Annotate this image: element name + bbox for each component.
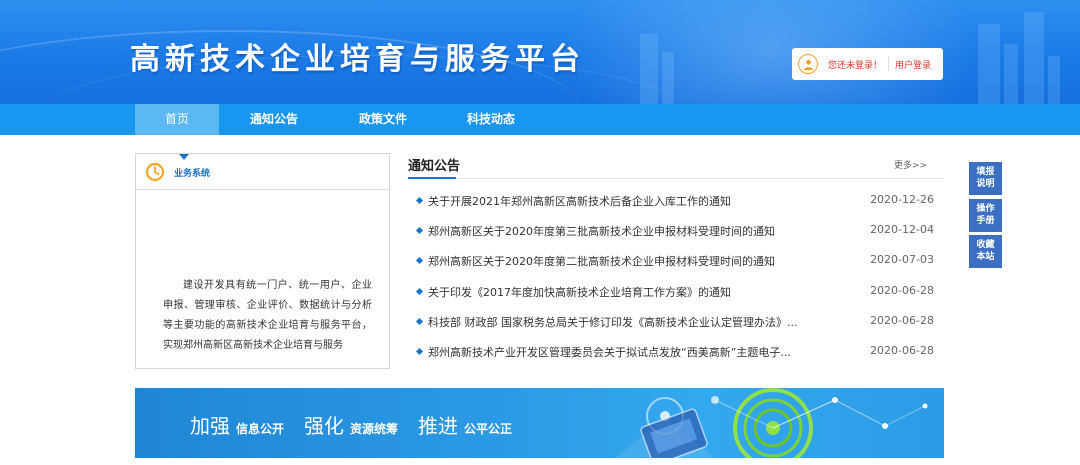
notice-item[interactable]: 科技部 财政部 国家税务总局关于修订印发《高新技术企业认定管理办法》... 20… bbox=[415, 312, 944, 332]
notice-title: 科技部 财政部 国家税务总局关于修订印发《高新技术企业认定管理办法》... bbox=[428, 316, 798, 329]
notice-title: 郑州高新区关于2020年度第二批高新技术企业申报材料受理时间的通知 bbox=[428, 255, 775, 268]
notices-divider bbox=[408, 177, 944, 179]
business-panel-header[interactable]: 业务系统 bbox=[136, 154, 389, 190]
side-button-label: 操作 bbox=[976, 204, 995, 214]
skyline-decoration bbox=[1048, 56, 1060, 104]
notice-title: 郑州高新区关于2020年度第三批高新技术企业申报材料受理时间的通知 bbox=[428, 225, 775, 238]
banner-tech-illustration bbox=[615, 388, 928, 458]
diamond-bullet-icon bbox=[415, 347, 424, 356]
user-icon bbox=[798, 54, 818, 74]
business-description: 建设开发具有统一门户、统一用户、企业申报、管理审核、企业评价、数据统计与分析等主… bbox=[163, 280, 372, 351]
diamond-bullet-icon bbox=[415, 256, 424, 265]
notice-date: 2020-07-03 bbox=[870, 253, 934, 266]
slogan-banner[interactable]: 加强 信息公开 强化 资源统筹 推进 公平公正 bbox=[135, 388, 944, 458]
notice-date: 2020-12-04 bbox=[870, 223, 934, 236]
side-button-label: 说明 bbox=[976, 179, 995, 189]
site-header: 高新技术企业培育与服务平台 您还未登录！ 用户登录 bbox=[0, 0, 1080, 104]
notice-title: 郑州高新技术产业开发区管理委员会关于拟试点发放“西美高新”主题电子... bbox=[428, 346, 791, 359]
notices-section-title: 通知公告 bbox=[408, 159, 461, 174]
diamond-bullet-icon bbox=[415, 287, 424, 296]
notices-divider-accent bbox=[408, 177, 456, 179]
business-panel-title: 业务系统 bbox=[174, 169, 211, 179]
notice-title: 关于印发《2017年度加快高新技术企业培育工作方案》的通知 bbox=[428, 286, 731, 299]
banner-slogan: 加强 信息公开 强化 资源统筹 推进 公平公正 bbox=[190, 410, 532, 439]
skyline-decoration bbox=[662, 52, 674, 104]
side-button-label: 收藏 bbox=[976, 240, 995, 250]
notice-item[interactable]: 关于印发《2017年度加快高新技术企业培育工作方案》的通知 2020-06-28 bbox=[415, 282, 944, 302]
notice-item[interactable]: 关于开展2021年郑州高新区高新技术后备企业入库工作的通知 2020-12-26 bbox=[415, 191, 944, 211]
business-system-panel: 业务系统 建设开发具有统一门户、统一用户、企业申报、管理审核、企业评价、数据统计… bbox=[135, 153, 390, 369]
page: 高新技术企业培育与服务平台 您还未登录！ 用户登录 首页 通知公告 政策文件 科… bbox=[0, 0, 1080, 465]
skyline-decoration bbox=[1024, 12, 1044, 104]
clock-icon bbox=[145, 162, 165, 182]
notice-item[interactable]: 郑州高新区关于2020年度第二批高新技术企业申报材料受理时间的通知 2020-0… bbox=[415, 251, 944, 271]
slogan-phrase: 信息公开 bbox=[236, 422, 285, 436]
slogan-keyword: 推进 bbox=[418, 414, 459, 438]
site-title: 高新技术企业培育与服务平台 bbox=[130, 42, 585, 77]
nav-item-policies[interactable]: 政策文件 bbox=[341, 104, 425, 135]
operation-manual-button[interactable]: 操作 手册 bbox=[969, 199, 1002, 232]
nav-item-notices[interactable]: 通知公告 bbox=[232, 104, 316, 135]
slogan-keyword: 加强 bbox=[190, 414, 230, 438]
notice-date: 2020-12-26 bbox=[870, 193, 934, 206]
side-button-label: 本站 bbox=[976, 252, 995, 262]
slogan-keyword: 强化 bbox=[304, 414, 345, 438]
notice-date: 2020-06-28 bbox=[870, 344, 934, 357]
login-status-text: 您还未登录！ bbox=[828, 60, 883, 71]
fill-instructions-button[interactable]: 填报 说明 bbox=[969, 162, 1002, 195]
skyline-decoration bbox=[640, 34, 658, 104]
bookmark-site-button[interactable]: 收藏 本站 bbox=[969, 235, 1002, 268]
side-button-label: 手册 bbox=[976, 216, 995, 226]
diamond-bullet-icon bbox=[415, 226, 424, 235]
pointer-triangle-icon bbox=[179, 154, 189, 160]
notice-title: 关于开展2021年郑州高新区高新技术后备企业入库工作的通知 bbox=[428, 195, 731, 208]
slogan-phrase: 公平公正 bbox=[464, 422, 513, 436]
notice-item[interactable]: 郑州高新技术产业开发区管理委员会关于拟试点发放“西美高新”主题电子... 202… bbox=[415, 342, 944, 362]
notice-item[interactable]: 郑州高新区关于2020年度第三批高新技术企业申报材料受理时间的通知 2020-1… bbox=[415, 221, 944, 241]
more-link[interactable]: 更多>> bbox=[894, 158, 927, 171]
diamond-bullet-icon bbox=[415, 317, 424, 326]
side-button-label: 填报 bbox=[976, 167, 995, 177]
skyline-decoration bbox=[1004, 44, 1018, 104]
main-nav: 首页 通知公告 政策文件 科技动态 bbox=[0, 104, 1080, 135]
slogan-phrase: 资源统筹 bbox=[350, 422, 399, 436]
notice-date: 2020-06-28 bbox=[870, 284, 934, 297]
login-divider bbox=[888, 57, 890, 71]
nav-item-home[interactable]: 首页 bbox=[135, 104, 219, 135]
login-box: 您还未登录！ 用户登录 bbox=[792, 48, 943, 80]
diamond-bullet-icon bbox=[415, 196, 424, 205]
notice-date: 2020-06-28 bbox=[870, 314, 934, 327]
nav-item-tech-news[interactable]: 科技动态 bbox=[449, 104, 533, 135]
user-login-button[interactable]: 用户登录 bbox=[895, 58, 931, 71]
skyline-decoration bbox=[978, 24, 1000, 104]
